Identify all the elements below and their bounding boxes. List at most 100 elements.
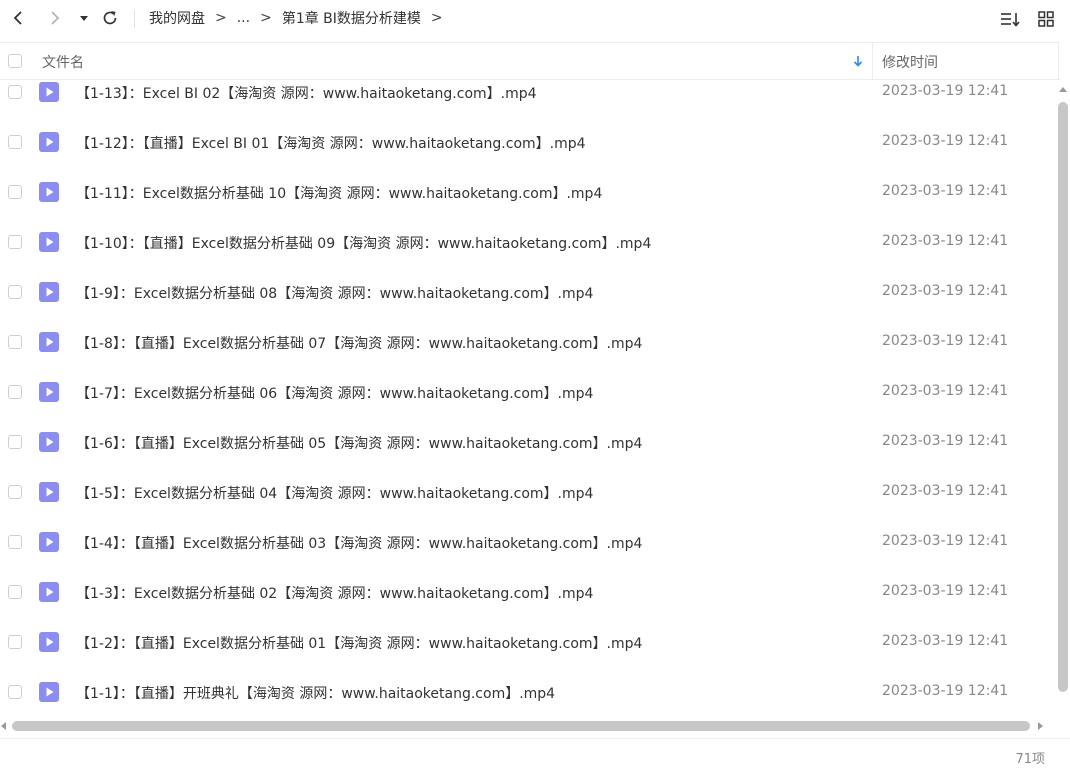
chevron-left-icon bbox=[13, 11, 22, 25]
breadcrumb-separator: > bbox=[430, 10, 443, 26]
select-all-checkbox[interactable] bbox=[8, 54, 22, 68]
breadcrumb-ellipsis[interactable]: ... bbox=[237, 10, 250, 26]
file-row[interactable]: 【1-13】：Excel BI 02【海淘资 源网：www.haitaoketa… bbox=[0, 82, 1056, 132]
column-header-name[interactable]: 文件名 bbox=[42, 52, 84, 72]
video-file-icon bbox=[39, 482, 59, 502]
sort-button[interactable] bbox=[999, 8, 1021, 30]
forward-button[interactable] bbox=[43, 6, 67, 30]
refresh-icon bbox=[103, 11, 117, 25]
file-modified-time: 2023-03-19 12:41 bbox=[882, 133, 1009, 149]
file-row[interactable]: 【1-12】：【直播】Excel BI 01【海淘资 源网：www.haitao… bbox=[0, 132, 1056, 182]
file-modified-time: 2023-03-19 12:41 bbox=[882, 283, 1009, 299]
file-name: 【1-8】：【直播】Excel数据分析基础 07【海淘资 源网：www.hait… bbox=[76, 336, 643, 352]
row-checkbox[interactable] bbox=[8, 435, 22, 449]
row-checkbox[interactable] bbox=[8, 485, 22, 499]
horizontal-scroll-thumb[interactable] bbox=[12, 721, 1030, 731]
file-modified-time: 2023-03-19 12:41 bbox=[882, 433, 1009, 449]
history-dropdown-button[interactable] bbox=[74, 6, 94, 30]
file-name: 【1-11】：Excel数据分析基础 10【海淘资 源网：www.haitaok… bbox=[76, 186, 603, 202]
vertical-scroll-thumb[interactable] bbox=[1058, 102, 1068, 692]
video-file-icon bbox=[39, 432, 59, 452]
row-checkbox[interactable] bbox=[8, 335, 22, 349]
video-file-icon bbox=[39, 682, 59, 702]
caret-down-icon bbox=[80, 16, 88, 21]
file-browser-window: 我的网盘 > ... > 第1章 BI数据分析建模 > 文件名 修改时间 【1-… bbox=[0, 0, 1070, 775]
file-modified-time: 2023-03-19 12:41 bbox=[882, 683, 1009, 699]
file-name: 【1-10】：【直播】Excel数据分析基础 09【海淘资 源网：www.hai… bbox=[76, 236, 652, 252]
file-name: 【1-9】：Excel数据分析基础 08【海淘资 源网：www.haitaoke… bbox=[76, 286, 594, 302]
row-checkbox[interactable] bbox=[8, 185, 22, 199]
refresh-button[interactable] bbox=[98, 6, 122, 30]
file-row[interactable]: 【1-10】：【直播】Excel数据分析基础 09【海淘资 源网：www.hai… bbox=[0, 232, 1056, 282]
toolbar-divider bbox=[134, 10, 135, 28]
video-file-icon bbox=[39, 282, 59, 302]
breadcrumb-root[interactable]: 我的网盘 bbox=[149, 8, 205, 28]
file-row[interactable]: 【1-3】：Excel数据分析基础 02【海淘资 源网：www.haitaoke… bbox=[0, 582, 1056, 632]
grid-view-button[interactable] bbox=[1035, 8, 1057, 30]
column-divider[interactable] bbox=[1058, 43, 1059, 79]
video-file-icon bbox=[39, 382, 59, 402]
row-checkbox[interactable] bbox=[8, 135, 22, 149]
file-name: 【1-5】：Excel数据分析基础 04【海淘资 源网：www.haitaoke… bbox=[76, 486, 594, 502]
file-modified-time: 2023-03-19 12:41 bbox=[882, 583, 1009, 599]
video-file-icon bbox=[39, 182, 59, 202]
row-checkbox[interactable] bbox=[8, 385, 22, 399]
status-divider bbox=[0, 738, 1070, 739]
row-checkbox[interactable] bbox=[8, 685, 22, 699]
toolbar: 我的网盘 > ... > 第1章 BI数据分析建模 > bbox=[0, 0, 1070, 38]
file-row[interactable]: 【1-6】：【直播】Excel数据分析基础 05【海淘资 源网：www.hait… bbox=[0, 432, 1056, 482]
scroll-up-arrow-icon[interactable] bbox=[1059, 86, 1067, 94]
breadcrumb: 我的网盘 > ... > 第1章 BI数据分析建模 > bbox=[149, 8, 453, 28]
file-name: 【1-1】：【直播】开班典礼【海淘资 源网：www.haitaoketang.c… bbox=[76, 686, 556, 702]
breadcrumb-current[interactable]: 第1章 BI数据分析建模 bbox=[282, 8, 421, 28]
file-row[interactable]: 【1-8】：【直播】Excel数据分析基础 07【海淘资 源网：www.hait… bbox=[0, 332, 1056, 382]
file-modified-time: 2023-03-19 12:41 bbox=[882, 633, 1009, 649]
file-row[interactable]: 【1-5】：Excel数据分析基础 04【海淘资 源网：www.haitaoke… bbox=[0, 482, 1056, 532]
scroll-left-arrow-icon[interactable] bbox=[0, 722, 8, 730]
vertical-scrollbar[interactable] bbox=[1056, 80, 1070, 716]
item-count: 71项 bbox=[1015, 752, 1045, 767]
file-name: 【1-4】：【直播】Excel数据分析基础 03【海淘资 源网：www.hait… bbox=[76, 536, 643, 552]
file-name: 【1-13】：Excel BI 02【海淘资 源网：www.haitaoketa… bbox=[76, 86, 537, 102]
video-file-icon bbox=[39, 232, 59, 252]
sort-descending-icon[interactable] bbox=[850, 53, 866, 69]
file-row[interactable]: 【1-1】：【直播】开班典礼【海淘资 源网：www.haitaoketang.c… bbox=[0, 682, 1056, 716]
file-modified-time: 2023-03-19 12:41 bbox=[882, 533, 1009, 549]
row-checkbox[interactable] bbox=[8, 285, 22, 299]
video-file-icon bbox=[39, 532, 59, 552]
column-divider[interactable] bbox=[872, 43, 873, 79]
row-checkbox[interactable] bbox=[8, 235, 22, 249]
file-name: 【1-7】：Excel数据分析基础 06【海淘资 源网：www.haitaoke… bbox=[76, 386, 594, 402]
file-row[interactable]: 【1-9】：Excel数据分析基础 08【海淘资 源网：www.haitaoke… bbox=[0, 282, 1056, 332]
row-checkbox[interactable] bbox=[8, 635, 22, 649]
sort-list-icon bbox=[1001, 13, 1020, 27]
grid-view-icon bbox=[1038, 11, 1054, 27]
horizontal-scrollbar[interactable] bbox=[0, 718, 1056, 734]
video-file-icon bbox=[39, 582, 59, 602]
file-modified-time: 2023-03-19 12:41 bbox=[882, 333, 1009, 349]
row-checkbox[interactable] bbox=[8, 85, 22, 99]
file-modified-time: 2023-03-19 12:41 bbox=[882, 383, 1009, 399]
file-name: 【1-2】：【直播】Excel数据分析基础 01【海淘资 源网：www.hait… bbox=[76, 636, 643, 652]
file-name: 【1-3】：Excel数据分析基础 02【海淘资 源网：www.haitaoke… bbox=[76, 586, 594, 602]
row-checkbox[interactable] bbox=[8, 585, 22, 599]
chevron-right-icon bbox=[51, 11, 60, 25]
video-file-icon bbox=[39, 332, 59, 352]
file-name: 【1-12】：【直播】Excel BI 01【海淘资 源网：www.haitao… bbox=[76, 136, 586, 152]
video-file-icon bbox=[39, 132, 59, 152]
file-row[interactable]: 【1-7】：Excel数据分析基础 06【海淘资 源网：www.haitaoke… bbox=[0, 382, 1056, 432]
file-row[interactable]: 【1-2】：【直播】Excel数据分析基础 01【海淘资 源网：www.hait… bbox=[0, 632, 1056, 682]
video-file-icon bbox=[39, 82, 59, 102]
file-row[interactable]: 【1-11】：Excel数据分析基础 10【海淘资 源网：www.haitaok… bbox=[0, 182, 1056, 232]
file-modified-time: 2023-03-19 12:41 bbox=[882, 183, 1009, 199]
scroll-right-arrow-icon[interactable] bbox=[1036, 722, 1044, 730]
column-header-modified-time[interactable]: 修改时间 bbox=[882, 52, 938, 72]
file-row[interactable]: 【1-4】：【直播】Excel数据分析基础 03【海淘资 源网：www.hait… bbox=[0, 532, 1056, 582]
file-modified-time: 2023-03-19 12:41 bbox=[882, 233, 1009, 249]
breadcrumb-separator: > bbox=[215, 10, 227, 26]
back-button[interactable] bbox=[6, 6, 30, 30]
file-list: 【1-13】：Excel BI 02【海淘资 源网：www.haitaoketa… bbox=[0, 80, 1056, 716]
file-modified-time: 2023-03-19 12:41 bbox=[882, 483, 1009, 499]
row-checkbox[interactable] bbox=[8, 535, 22, 549]
file-name: 【1-6】：【直播】Excel数据分析基础 05【海淘资 源网：www.hait… bbox=[76, 436, 643, 452]
